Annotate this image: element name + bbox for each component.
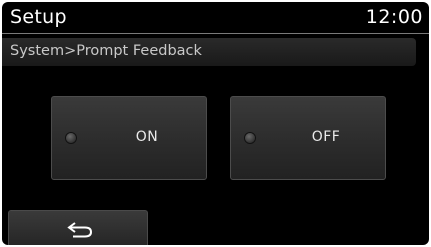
- on-label: ON: [135, 129, 159, 145]
- title-bar: Setup 12:00: [2, 2, 429, 32]
- on-button[interactable]: ON: [51, 96, 207, 180]
- page-title: Setup: [10, 6, 67, 28]
- breadcrumb: System>Prompt Feedback: [2, 38, 416, 66]
- off-label: OFF: [311, 129, 341, 145]
- back-button[interactable]: [8, 210, 148, 245]
- setup-screen: Setup 12:00 System>Prompt Feedback ON OF…: [2, 2, 429, 245]
- title-divider: [2, 33, 429, 34]
- return-arrow-icon: [67, 222, 93, 238]
- breadcrumb-text: System>Prompt Feedback: [10, 43, 202, 59]
- off-button[interactable]: OFF: [230, 96, 386, 180]
- clock: 12:00: [365, 6, 423, 28]
